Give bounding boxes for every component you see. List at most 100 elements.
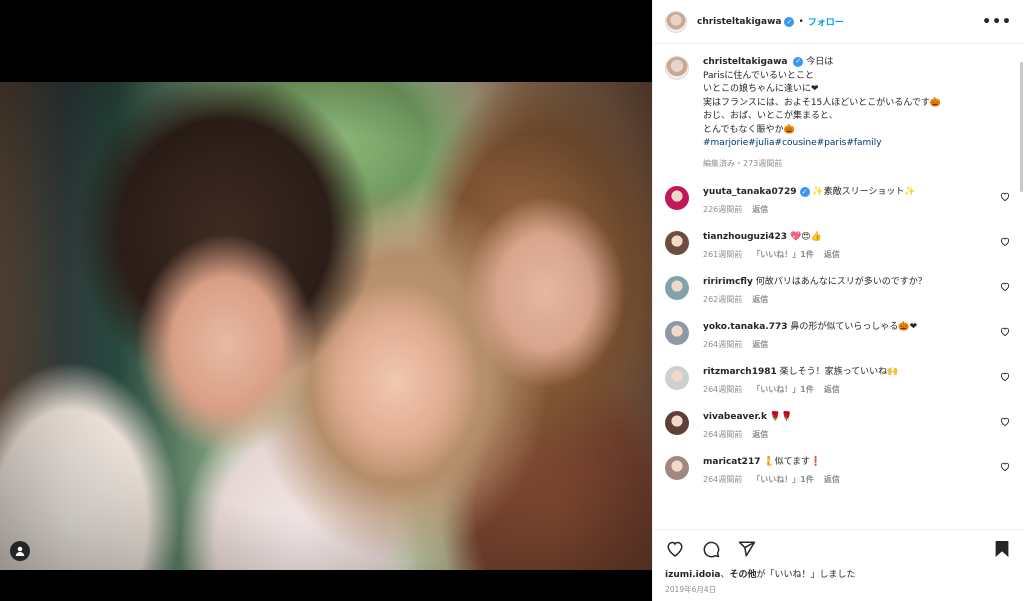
caption-line: 実はフランスには、およそ15人ほどいとこがいるんです🎃: [703, 97, 942, 108]
comment-item: riririmcfly 何故パリはあんなにスリが多いのですか？ 262週間前 返信: [665, 276, 1012, 305]
comment-time[interactable]: 226週間前: [703, 204, 742, 215]
caption-line: いとこの娘ちゃんに逢いに❤: [703, 84, 819, 94]
commenter-username[interactable]: riririmcfly: [703, 277, 753, 287]
comment-time[interactable]: 264週間前: [703, 474, 742, 485]
comment-body: vivabeaver.k 🌹🌹 264週間前 返信: [703, 411, 1003, 440]
bookmark-icon[interactable]: [992, 539, 1012, 559]
post-side-panel: christeltakigawa ✓ • フォロー ••• christelta…: [652, 0, 1024, 601]
comment-text: 鼻の形が似ていらっしゃる🎃❤: [790, 322, 918, 332]
comments-scroll-area[interactable]: christeltakigawa ✓ 今日は Parisに住んでいるいとこと い…: [653, 44, 1024, 529]
commenter-username[interactable]: vivabeaver.k: [703, 412, 767, 422]
comment-item: maricat217 🧜似てます❗ 264週間前 「いいね！」1件 返信: [665, 456, 1012, 485]
user-tag-icon[interactable]: [10, 541, 30, 561]
comment-text: 💖😍👍: [789, 232, 822, 242]
comment-meta: 264週間前 返信: [703, 339, 1003, 350]
reply-button[interactable]: 返信: [752, 339, 768, 350]
comment-body: yoko.tanaka.773 鼻の形が似ていらっしゃる🎃❤ 264週間前 返信: [703, 321, 1003, 350]
comment-meta: 226週間前 返信: [703, 204, 1003, 215]
media-area: [0, 0, 652, 601]
likes-separator: 、: [720, 570, 730, 580]
reply-button[interactable]: 返信: [824, 249, 840, 260]
commenter-username[interactable]: ritzmarch1981: [703, 367, 777, 377]
commenter-username[interactable]: maricat217: [703, 457, 760, 467]
post-photo[interactable]: [0, 82, 652, 570]
caption-username[interactable]: christeltakigawa: [703, 57, 787, 67]
post-date[interactable]: 2019年6月4日: [653, 580, 1024, 601]
commenter-username[interactable]: yoko.tanaka.773: [703, 322, 788, 332]
comment-body: maricat217 🧜似てます❗ 264週間前 「いいね！」1件 返信: [703, 456, 1003, 485]
comment-text-line: vivabeaver.k 🌹🌹: [703, 411, 1003, 423]
more-options-icon[interactable]: •••: [982, 14, 1012, 30]
commenter-username[interactable]: yuuta_tanaka0729: [703, 187, 797, 197]
reply-button[interactable]: 返信: [824, 474, 840, 485]
comment-text: ✨素敵スリーショット✨: [812, 187, 916, 197]
header-username[interactable]: christeltakigawa: [697, 17, 781, 27]
comment-like-heart-icon[interactable]: [1000, 327, 1010, 339]
commenter-username[interactable]: tianzhouguzi423: [703, 232, 787, 242]
comment-time[interactable]: 264週間前: [703, 429, 742, 440]
comment-item: vivabeaver.k 🌹🌹 264週間前 返信: [665, 411, 1012, 440]
like-heart-icon[interactable]: [665, 539, 685, 559]
comment-time[interactable]: 264週間前: [703, 339, 742, 350]
post-header: christeltakigawa ✓ • フォロー •••: [653, 0, 1024, 44]
comment-meta: 262週間前 返信: [703, 294, 1003, 305]
caption-line: 今日は: [806, 57, 834, 67]
comment-meta: 261週間前 「いいね！」1件 返信: [703, 249, 1003, 260]
commenter-avatar[interactable]: [665, 411, 689, 435]
verified-badge-icon: ✓: [793, 56, 804, 67]
scrollbar[interactable]: [1020, 62, 1023, 192]
comment-like-heart-icon[interactable]: [1000, 462, 1010, 474]
commenter-avatar[interactable]: [665, 366, 689, 390]
comment-body: ritzmarch1981 楽しそう！家族っていいね🙌 264週間前 「いいね！」1…: [703, 366, 1003, 395]
commenter-avatar[interactable]: [665, 321, 689, 345]
comment-item: ritzmarch1981 楽しそう！家族っていいね🙌 264週間前 「いいね！」1…: [665, 366, 1012, 395]
comment-time[interactable]: 264週間前: [703, 384, 742, 395]
comment-likes[interactable]: 「いいね！」1件: [752, 249, 814, 260]
comment-time[interactable]: 261週間前: [703, 249, 742, 260]
liker-username[interactable]: izumi.idoia: [665, 570, 720, 580]
avatar[interactable]: [665, 10, 687, 33]
likes-summary: izumi.idoia、その他が「いいね！」しました: [653, 567, 1024, 580]
comment-body: yuuta_tanaka0729 ✓ ✨素敵スリーショット✨ 226週間前 返信: [703, 186, 1003, 215]
reply-button[interactable]: 返信: [824, 384, 840, 395]
likes-others-link[interactable]: その他: [730, 570, 757, 580]
comment-text: 何故パリはあんなにスリが多いのですか？: [755, 277, 927, 287]
caption: christeltakigawa ✓ 今日は Parisに住んでいるいとこと い…: [665, 56, 1012, 170]
comment-time[interactable]: 262週間前: [703, 294, 742, 305]
comment-meta: 264週間前 「いいね！」1件 返信: [703, 474, 1003, 485]
caption-line: とんでもなく賑やか🎃: [703, 124, 795, 135]
comment-like-heart-icon[interactable]: [1000, 192, 1010, 204]
caption-avatar[interactable]: [665, 56, 689, 80]
comment-bubble-icon[interactable]: [701, 539, 721, 559]
hashtag-links[interactable]: #marjorie#julia#cousine#paris#family: [703, 137, 941, 151]
comment-likes[interactable]: 「いいね！」1件: [752, 474, 814, 485]
comment-likes[interactable]: 「いいね！」1件: [752, 384, 814, 395]
follow-button[interactable]: フォロー: [808, 15, 844, 28]
post-view: christeltakigawa ✓ • フォロー ••• christelta…: [0, 0, 1024, 601]
comment-like-heart-icon[interactable]: [1000, 282, 1010, 294]
caption-meta: 編集済み・273週間前: [703, 158, 783, 168]
reply-button[interactable]: 返信: [752, 429, 768, 440]
comments-list: yuuta_tanaka0729 ✓ ✨素敵スリーショット✨ 226週間前 返信 tia…: [665, 186, 1012, 485]
commenter-avatar[interactable]: [665, 456, 689, 480]
share-send-icon[interactable]: [737, 539, 757, 559]
action-bar: [653, 529, 1024, 567]
header-separator: •: [798, 16, 804, 27]
reply-button[interactable]: 返信: [752, 204, 768, 215]
commenter-avatar[interactable]: [665, 276, 689, 300]
comment-text-line: yuuta_tanaka0729 ✓ ✨素敵スリーショット✨: [703, 186, 1003, 198]
comment-like-heart-icon[interactable]: [1000, 417, 1010, 429]
comment-text: 🧜似てます❗: [763, 457, 822, 467]
comment-text-line: ritzmarch1981 楽しそう！家族っていいね🙌: [703, 366, 1003, 378]
commenter-avatar[interactable]: [665, 186, 689, 210]
comment-like-heart-icon[interactable]: [1000, 237, 1010, 249]
commenter-avatar[interactable]: [665, 231, 689, 255]
reply-button[interactable]: 返信: [752, 294, 768, 305]
caption-line: Parisに住んでいるいとこと: [703, 70, 814, 81]
caption-body: christeltakigawa ✓ 今日は Parisに住んでいるいとこと い…: [703, 56, 941, 170]
comment-text-line: riririmcfly 何故パリはあんなにスリが多いのですか？: [703, 276, 1003, 288]
comment-meta: 264週間前 返信: [703, 429, 1003, 440]
comment-text-line: yoko.tanaka.773 鼻の形が似ていらっしゃる🎃❤: [703, 321, 1003, 333]
comment-item: yoko.tanaka.773 鼻の形が似ていらっしゃる🎃❤ 264週間前 返信: [665, 321, 1012, 350]
comment-like-heart-icon[interactable]: [1000, 372, 1010, 384]
